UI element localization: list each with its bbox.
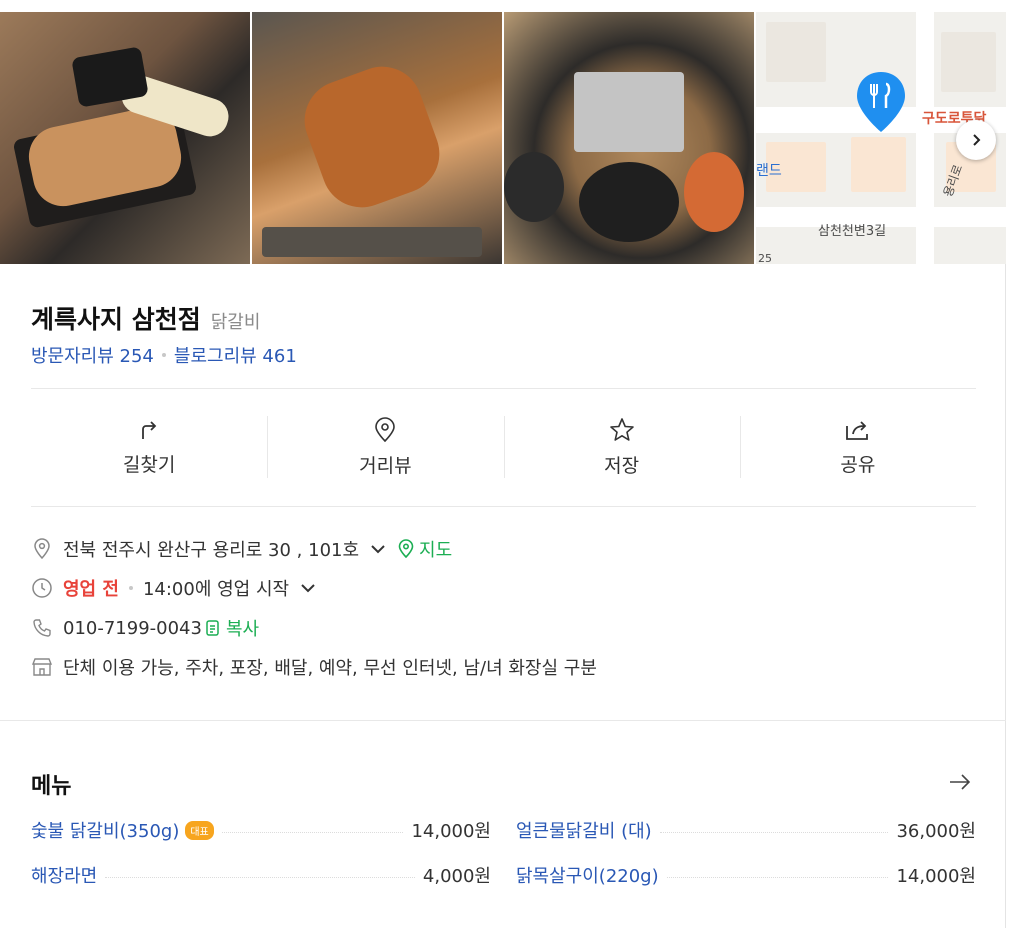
address-row: 전북 전주시 완산구 용리로 30 , 101호 지도 xyxy=(31,536,452,562)
share-label: 공유 xyxy=(840,453,876,476)
signature-badge: 대표 xyxy=(185,820,214,840)
directions-icon xyxy=(142,420,157,439)
photo-1[interactable] xyxy=(0,12,250,264)
menu-title: 메뉴 xyxy=(31,774,72,799)
dotted-leader xyxy=(221,831,404,833)
chevron-down-icon[interactable] xyxy=(299,579,317,597)
separator-dot xyxy=(161,353,166,357)
chevron-right-icon xyxy=(973,134,981,146)
menu-item[interactable]: 해장라면 4,000원 xyxy=(31,862,491,888)
chevron-down-icon[interactable] xyxy=(369,540,387,558)
photo-2[interactable] xyxy=(252,12,502,264)
phone-row: 010-7199-0043 복사 xyxy=(31,615,259,641)
save-label: 저장 xyxy=(604,454,640,477)
store-icon xyxy=(31,656,53,678)
amenities-row: 단체 이용 가능, 주차, 포장, 배달, 예약, 무선 인터넷, 남/녀 화장… xyxy=(31,654,597,680)
action-bar: 길찾기 거리뷰 저장 공유 xyxy=(31,408,976,486)
phone-number: 010-7199-0043 xyxy=(63,617,202,639)
menu-item-name: 숯불 닭갈비(350g) xyxy=(31,821,180,842)
visitor-reviews-link[interactable]: 방문자리뷰 254 xyxy=(31,342,154,368)
divider xyxy=(31,388,976,389)
amenities-text: 단체 이용 가능, 주차, 포장, 배달, 예약, 무선 인터넷, 남/녀 화장… xyxy=(63,658,597,679)
map-link-label: 지도 xyxy=(419,540,453,561)
arrow-right-icon[interactable] xyxy=(948,770,972,794)
separator-dot xyxy=(128,586,133,590)
copy-label: 복사 xyxy=(225,619,260,640)
directions-label: 길찾기 xyxy=(122,453,176,476)
hours-text: 14:00에 영업 시작 xyxy=(142,579,290,600)
menu-item-price: 14,000원 xyxy=(411,821,491,842)
save-button[interactable]: 저장 xyxy=(503,408,740,486)
street-view-label: 거리뷰 xyxy=(359,454,412,477)
share-button[interactable]: 공유 xyxy=(739,408,976,486)
photo-3[interactable] xyxy=(504,12,754,264)
phone-icon xyxy=(31,617,53,639)
street-view-button[interactable]: 거리뷰 xyxy=(267,408,503,486)
menu-item-price: 14,000원 xyxy=(896,866,976,887)
dotted-leader xyxy=(666,876,889,878)
menu-item-name: 얼큰물닭갈비 (대) xyxy=(516,821,652,842)
location-pin-icon xyxy=(375,416,396,442)
location-pin-icon xyxy=(31,538,53,560)
clock-icon xyxy=(31,577,53,599)
place-panel: 구도로투닭 랜드 삼천천변3길 용리로 25 계륵사지 삼천점 닭갈비 방문자리… xyxy=(0,12,1006,928)
dotted-leader xyxy=(659,831,889,833)
menu-item[interactable]: 얼큰물닭갈비 (대) 36,000원 xyxy=(516,817,976,843)
map-label-num: 25 xyxy=(758,252,772,264)
photo-strip: 구도로투닭 랜드 삼천천변3길 용리로 25 xyxy=(0,12,1006,264)
directions-button[interactable]: 길찾기 xyxy=(31,408,267,486)
reviews-row: 방문자리뷰 254 블로그리뷰 461 xyxy=(31,342,297,368)
blog-reviews-link[interactable]: 블로그리뷰 461 xyxy=(174,342,297,368)
address-text: 전북 전주시 완산구 용리로 30 , 101호 xyxy=(63,540,360,561)
menu-item[interactable]: 닭목살구이(220g) 14,000원 xyxy=(516,862,976,888)
location-pin-icon xyxy=(398,539,414,559)
photo-next-button[interactable] xyxy=(956,120,996,160)
divider xyxy=(31,506,976,507)
map-link[interactable]: 지도 xyxy=(397,536,452,562)
dotted-leader xyxy=(105,876,415,878)
map-label-land: 랜드 xyxy=(756,163,782,179)
star-icon xyxy=(609,417,634,441)
share-icon xyxy=(845,420,868,440)
map-label-street: 삼천천변3길 xyxy=(818,224,887,239)
place-category: 닭갈비 xyxy=(210,312,261,333)
business-status: 영업 전 xyxy=(63,579,119,600)
menu-item-name: 해장라면 xyxy=(31,866,98,887)
menu-item-price: 4,000원 xyxy=(422,866,491,887)
copy-button[interactable]: 복사 xyxy=(204,615,259,641)
copy-icon xyxy=(206,620,219,636)
place-name: 계륵사지 삼천점 xyxy=(31,305,201,334)
section-divider xyxy=(0,720,1006,721)
menu-item[interactable]: 숯불 닭갈비(350g) 대표 14,000원 xyxy=(31,817,491,843)
menu-item-price: 36,000원 xyxy=(896,821,976,842)
map-preview[interactable]: 구도로투닭 랜드 삼천천변3길 용리로 25 xyxy=(756,12,1006,264)
hours-row: 영업 전 14:00에 영업 시작 xyxy=(31,575,317,601)
title-row: 계륵사지 삼천점 닭갈비 xyxy=(31,300,260,336)
map-pin-icon xyxy=(857,72,905,132)
menu-item-name: 닭목살구이(220g) xyxy=(516,866,659,887)
